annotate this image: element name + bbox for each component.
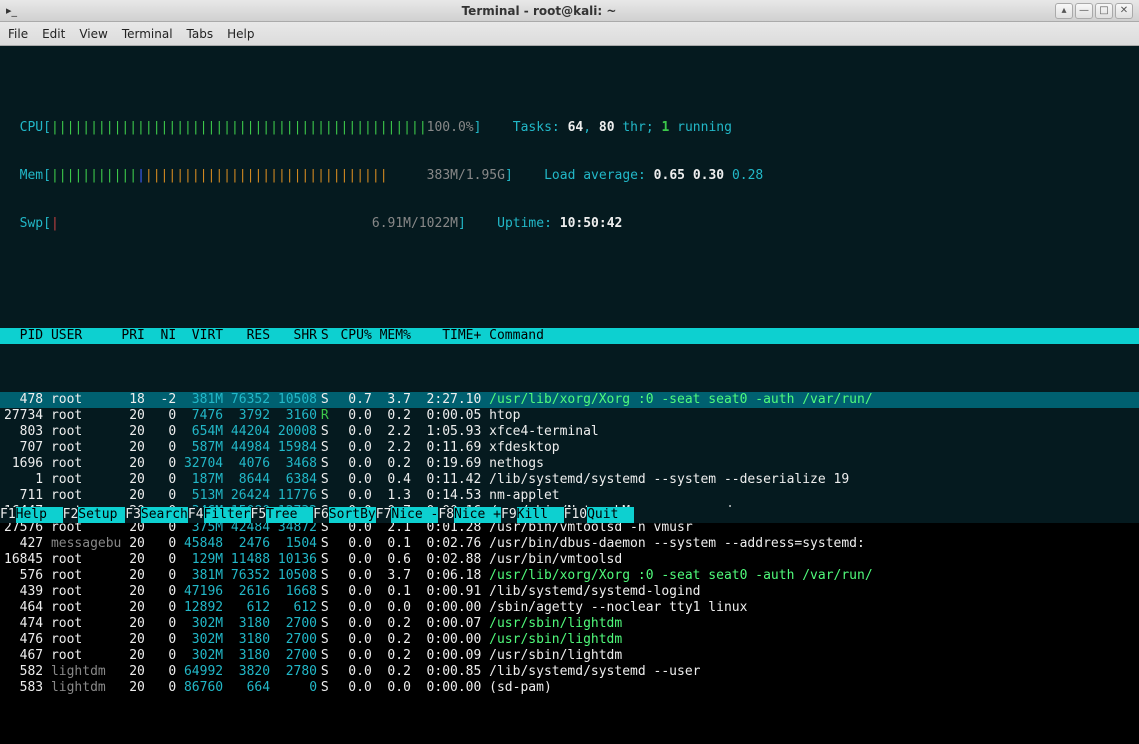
table-row[interactable]: 427messagebu2004584824761504S0.00.10:02.…	[0, 536, 1139, 552]
cpu-meter: CPU[||||||||||||||||||||||||||||||||||||…	[0, 120, 1139, 136]
table-row[interactable]: 711root200513M2642411776S0.01.30:14.53nm…	[0, 488, 1139, 504]
fkey-action[interactable]: Help	[16, 507, 63, 523]
fkey-action[interactable]: Nice -	[391, 507, 438, 523]
fkey-action[interactable]: SortBy	[329, 507, 376, 523]
table-row[interactable]: 27734root200747637923160R0.00.20:00.05ht…	[0, 408, 1139, 424]
fkey-action[interactable]: Tree	[266, 507, 313, 523]
table-row[interactable]: 576root200381M7635210508S0.03.70:06.18/u…	[0, 568, 1139, 584]
fkey-action[interactable]: Search	[141, 507, 188, 523]
menubar: File Edit View Terminal Tabs Help	[0, 22, 1139, 46]
shade-button[interactable]: ▴	[1055, 3, 1073, 19]
fkey-label: F2	[63, 507, 79, 522]
menu-help[interactable]: Help	[227, 27, 254, 41]
fkey-action[interactable]: Nice +	[454, 507, 501, 523]
minimize-button[interactable]: —	[1075, 3, 1093, 19]
terminal-icon: ▸_	[6, 4, 17, 17]
close-button[interactable]: ✕	[1115, 3, 1133, 19]
fkey-label: F10	[564, 507, 587, 522]
menu-tabs[interactable]: Tabs	[187, 27, 214, 41]
swp-meter: Swp[| 6.91M/1022M] Uptime: 10:50:42	[0, 216, 1139, 232]
fkey-action[interactable]: Setup	[78, 507, 125, 523]
table-row[interactable]: 1root200187M86446384S0.00.40:11.42/lib/s…	[0, 472, 1139, 488]
table-row[interactable]: 582lightdm2006499238202780S0.00.20:00.85…	[0, 664, 1139, 680]
table-row[interactable]: 476root200302M31802700S0.00.20:00.00/usr…	[0, 632, 1139, 648]
table-row[interactable]: 583lightdm200867606640S0.00.00:00.00(sd-…	[0, 680, 1139, 696]
column-header[interactable]: PIDUSERPRINIVIRTRESSHRSCPU%MEM%TIME+Comm…	[0, 328, 1139, 344]
table-row[interactable]: 1696root2003270440763468S0.00.20:19.69ne…	[0, 456, 1139, 472]
maximize-button[interactable]: □	[1095, 3, 1113, 19]
table-row[interactable]: 707root200587M4498415984S0.02.20:11.69xf…	[0, 440, 1139, 456]
menu-view[interactable]: View	[79, 27, 107, 41]
process-list[interactable]: 478root18-2381M7635210508S0.73.72:27.10/…	[0, 392, 1139, 696]
fkey-label: F9	[501, 507, 517, 522]
fkey-label: F5	[251, 507, 267, 522]
table-row[interactable]: 803root200654M4420420008S0.02.21:05.93xf…	[0, 424, 1139, 440]
table-row[interactable]: 464root20012892612612S0.00.00:00.00/sbin…	[0, 600, 1139, 616]
menu-file[interactable]: File	[8, 27, 28, 41]
table-row[interactable]: 439root2004719626161668S0.00.10:00.91/li…	[0, 584, 1139, 600]
table-row[interactable]: 474root200302M31802700S0.00.20:00.07/usr…	[0, 616, 1139, 632]
fkey-label: F7	[376, 507, 392, 522]
menu-edit[interactable]: Edit	[42, 27, 65, 41]
window-buttons: ▴ — □ ✕	[1055, 3, 1133, 19]
fkey-action[interactable]: Kill	[517, 507, 564, 523]
menu-terminal[interactable]: Terminal	[122, 27, 173, 41]
fkey-label: F4	[188, 507, 204, 522]
fkey-label: F3	[125, 507, 141, 522]
mem-meter: Mem[||||||||||||||||||||||||||||||||||||…	[0, 168, 1139, 184]
table-row[interactable]: 467root200302M31802700S0.00.20:00.09/usr…	[0, 648, 1139, 664]
terminal-area[interactable]: CPU[||||||||||||||||||||||||||||||||||||…	[0, 46, 1139, 523]
window-titlebar: ▸_ Terminal - root@kali: ~ ▴ — □ ✕	[0, 0, 1139, 22]
table-row[interactable]: 16845root200129M1148810136S0.00.60:02.88…	[0, 552, 1139, 568]
fkey-label: F6	[313, 507, 329, 522]
window-title: Terminal - root@kali: ~	[23, 4, 1055, 18]
fkey-action[interactable]: Quit	[587, 507, 634, 523]
fkey-label: F8	[438, 507, 454, 522]
table-row[interactable]: 478root18-2381M7635210508S0.73.72:27.10/…	[0, 392, 1139, 408]
function-bar: F1Help F2Setup F3SearchF4FilterF5Tree F6…	[0, 507, 1139, 523]
fkey-action[interactable]: Filter	[204, 507, 251, 523]
fkey-label: F1	[0, 507, 16, 522]
